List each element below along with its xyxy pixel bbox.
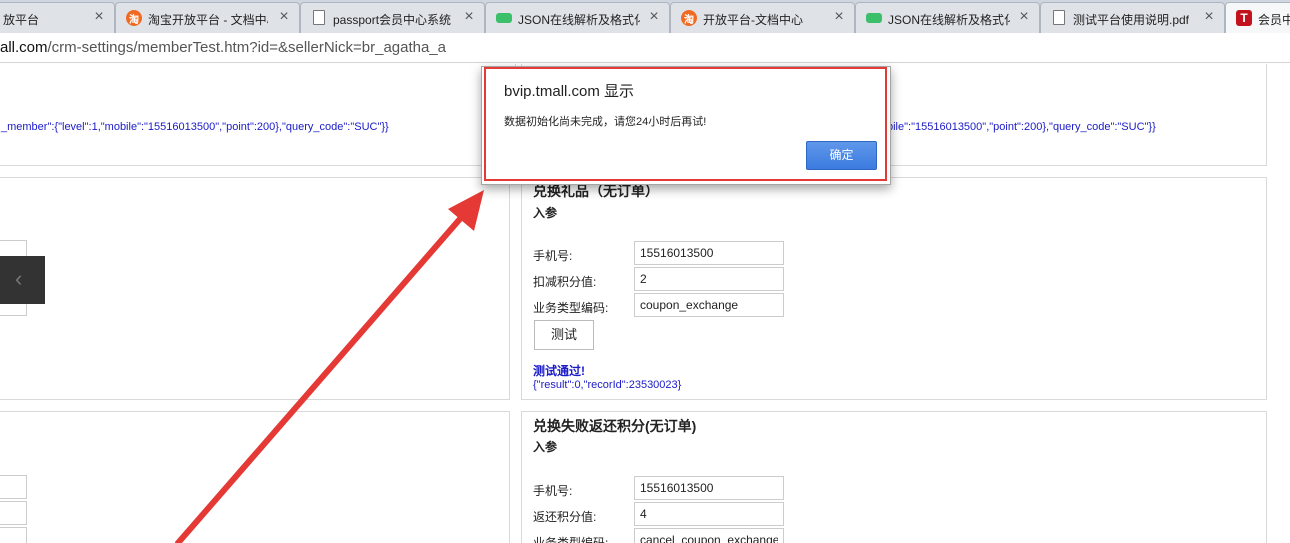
- dialog-message: 数据初始化尚未完成，请您24小时后再试!: [504, 116, 707, 128]
- browser-window: 放平台 × 淘 淘宝开放平台 - 文档中心 × passport会员中心系统 ×…: [0, 0, 1290, 543]
- alert-dialog: bvip.tmall.com 显示 数据初始化尚未完成，请您24小时后再试! 确…: [481, 66, 891, 185]
- dialog-title: bvip.tmall.com 显示: [504, 83, 635, 100]
- ok-button[interactable]: 确定: [806, 141, 877, 170]
